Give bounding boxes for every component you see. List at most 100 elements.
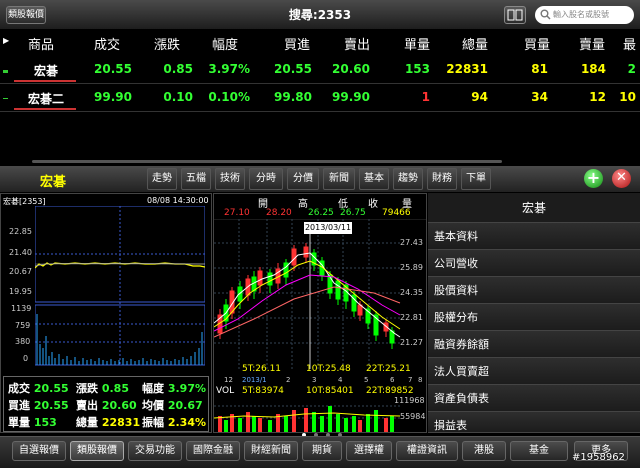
quote-label: 賣出 — [76, 399, 98, 412]
tab-minute[interactable]: 分時 — [249, 168, 283, 190]
col-vol[interactable]: 單量 — [385, 34, 430, 53]
quote-summary: 成交 20.55 漲跌 0.85 幅度 3.97% 買進 20.55 賣出 20… — [3, 376, 209, 432]
row-underline — [14, 80, 76, 82]
quote-label: 總量 — [76, 416, 98, 429]
kline-header: 高 — [298, 199, 308, 210]
tab-category-quote[interactable]: 類股報價 — [70, 441, 124, 461]
quote-label: 振幅 — [142, 416, 164, 429]
vol-ma10: 10T:85401 — [306, 386, 354, 396]
tab-intl-finance[interactable]: 國際金融 — [186, 441, 240, 461]
vol-ma5: 5T:83974 — [242, 386, 284, 396]
kline-x-axis: 12 2013/1 2 3 4 5 6 7 8 — [214, 376, 426, 386]
tab-finance[interactable]: 財務 — [427, 168, 457, 190]
quote-label: 單量 — [8, 416, 30, 429]
menu-item-revenue[interactable]: 公司營收 — [428, 250, 640, 277]
x-tick: 4 — [338, 376, 343, 384]
row-change: 0.85 — [163, 62, 193, 76]
table-row[interactable]: 宏碁二 99.90 0.10 0.10% 99.80 99.90 1 94 34… — [0, 84, 640, 112]
col-pct[interactable]: 幅度 — [190, 34, 238, 53]
intraday-panel: 宏碁[2353] 08/08 14:30:00 22.85 21.40 20.6… — [0, 193, 212, 433]
tab-warrants[interactable]: 權證資訊 — [396, 441, 458, 461]
tab-basic[interactable]: 基本 — [359, 168, 389, 190]
col-price[interactable]: 成交 — [70, 34, 120, 53]
quote-label: 成交 — [8, 382, 30, 395]
col-name[interactable]: 商品 — [14, 34, 54, 53]
page-title: 搜尋:2353 — [288, 8, 352, 22]
tab-options[interactable]: 選擇權 — [346, 441, 392, 461]
horizontal-scrollbar[interactable] — [32, 160, 502, 163]
row-marker — [3, 98, 8, 99]
tab-trend[interactable]: 走勢 — [147, 168, 177, 190]
tab-funds[interactable]: 基金 — [510, 441, 568, 461]
quote-label: 幅度 — [142, 382, 164, 395]
menu-item-income-statement[interactable]: 損益表 — [428, 412, 640, 433]
menu-item-balance-sheet[interactable]: 資產負債表 — [428, 385, 640, 412]
tab-five-level[interactable]: 五檔 — [181, 168, 211, 190]
row-bidvol: 34 — [531, 90, 548, 104]
menu-item-institutional[interactable]: 法人買賣超 — [428, 358, 640, 385]
tab-price-dist[interactable]: 分價 — [287, 168, 319, 190]
row-askvol: 12 — [589, 90, 606, 104]
vol-tick: 55984 — [400, 412, 426, 421]
ma10-label: 10T:25.48 — [306, 364, 351, 374]
tab-order[interactable]: 下單 — [461, 168, 491, 190]
col-bidvol[interactable]: 買量 — [505, 34, 550, 53]
tab-news[interactable]: 新聞 — [323, 168, 355, 190]
volume-tick: 1139 — [11, 304, 32, 313]
row-bid: 99.80 — [274, 90, 312, 104]
quote-value: 3.97% — [167, 382, 207, 395]
add-icon[interactable]: + — [584, 169, 603, 188]
kline-price-tick: 25.89 — [400, 263, 423, 272]
row-extra: 10 — [619, 90, 636, 104]
book-icon[interactable] — [504, 6, 526, 24]
expand-arrow-icon[interactable]: ▶ — [3, 36, 9, 45]
row-vol: 153 — [404, 62, 430, 76]
row-underline — [14, 108, 76, 110]
col-high[interactable]: 最 — [612, 34, 636, 53]
x-tick: 2 — [286, 376, 291, 384]
row-price: 99.90 — [94, 90, 132, 104]
x-tick: 12 — [224, 376, 233, 384]
x-tick: 2013/1 — [242, 376, 267, 384]
kline-header: 收 — [368, 199, 378, 210]
table-row[interactable]: 宏碁 20.55 0.85 3.97% 20.55 20.60 153 2283… — [0, 56, 640, 84]
col-ask[interactable]: 賣出 — [320, 34, 370, 53]
col-change[interactable]: 漲跌 — [135, 34, 180, 53]
quote-value: 20.67 — [167, 399, 203, 412]
col-total[interactable]: 總量 — [440, 34, 488, 53]
close-icon[interactable]: ✕ — [612, 169, 631, 188]
row-total: 94 — [471, 90, 488, 104]
row-vol: 1 — [421, 90, 430, 104]
x-tick: 6 — [390, 376, 395, 384]
date-tooltip: 2013/03/11 — [304, 222, 352, 234]
info-menu-panel: 宏碁 基本資料 公司營收 股價資料 股權分布 融資券餘額 法人買賣超 資產負債表… — [428, 193, 640, 433]
col-askvol[interactable]: 賣量 — [560, 34, 605, 53]
col-bid[interactable]: 買進 — [260, 34, 310, 53]
menu-item-price-data[interactable]: 股價資料 — [428, 277, 640, 304]
row-bidvol: 81 — [531, 62, 548, 76]
tab-finance-news[interactable]: 財經新聞 — [244, 441, 298, 461]
quote-label: 均價 — [142, 399, 164, 412]
row-change: 0.10 — [163, 90, 193, 104]
tab-technical[interactable]: 技術 — [215, 168, 245, 190]
menu-item-equity[interactable]: 股權分布 — [428, 304, 640, 331]
tab-watchlist[interactable]: 自選報價 — [12, 441, 66, 461]
tab-futures[interactable]: 期貨 — [302, 441, 342, 461]
empty-list-area — [0, 114, 640, 166]
intraday-datetime: 08/08 14:30:00 — [147, 196, 209, 205]
row-bid: 20.55 — [274, 62, 312, 76]
kline-low: 26.25 — [308, 208, 334, 218]
quote-label: 漲跌 — [76, 382, 98, 395]
menu-item-margin[interactable]: 融資券餘額 — [428, 331, 640, 358]
category-quote-button[interactable]: 類股報價 — [6, 6, 46, 24]
intraday-chart — [35, 206, 205, 366]
tab-trading[interactable]: 交易功能 — [128, 441, 182, 461]
tab-tendency[interactable]: 趨勢 — [393, 168, 423, 190]
vol-label: VOL — [216, 386, 235, 396]
volume-tick: 759 — [15, 321, 31, 330]
row-ask: 99.90 — [332, 90, 370, 104]
menu-item-basic-info[interactable]: 基本資料 — [428, 223, 640, 250]
tab-hk-stocks[interactable]: 港股 — [462, 441, 506, 461]
x-tick: 8 — [418, 376, 423, 384]
x-tick: 7 — [408, 376, 413, 384]
